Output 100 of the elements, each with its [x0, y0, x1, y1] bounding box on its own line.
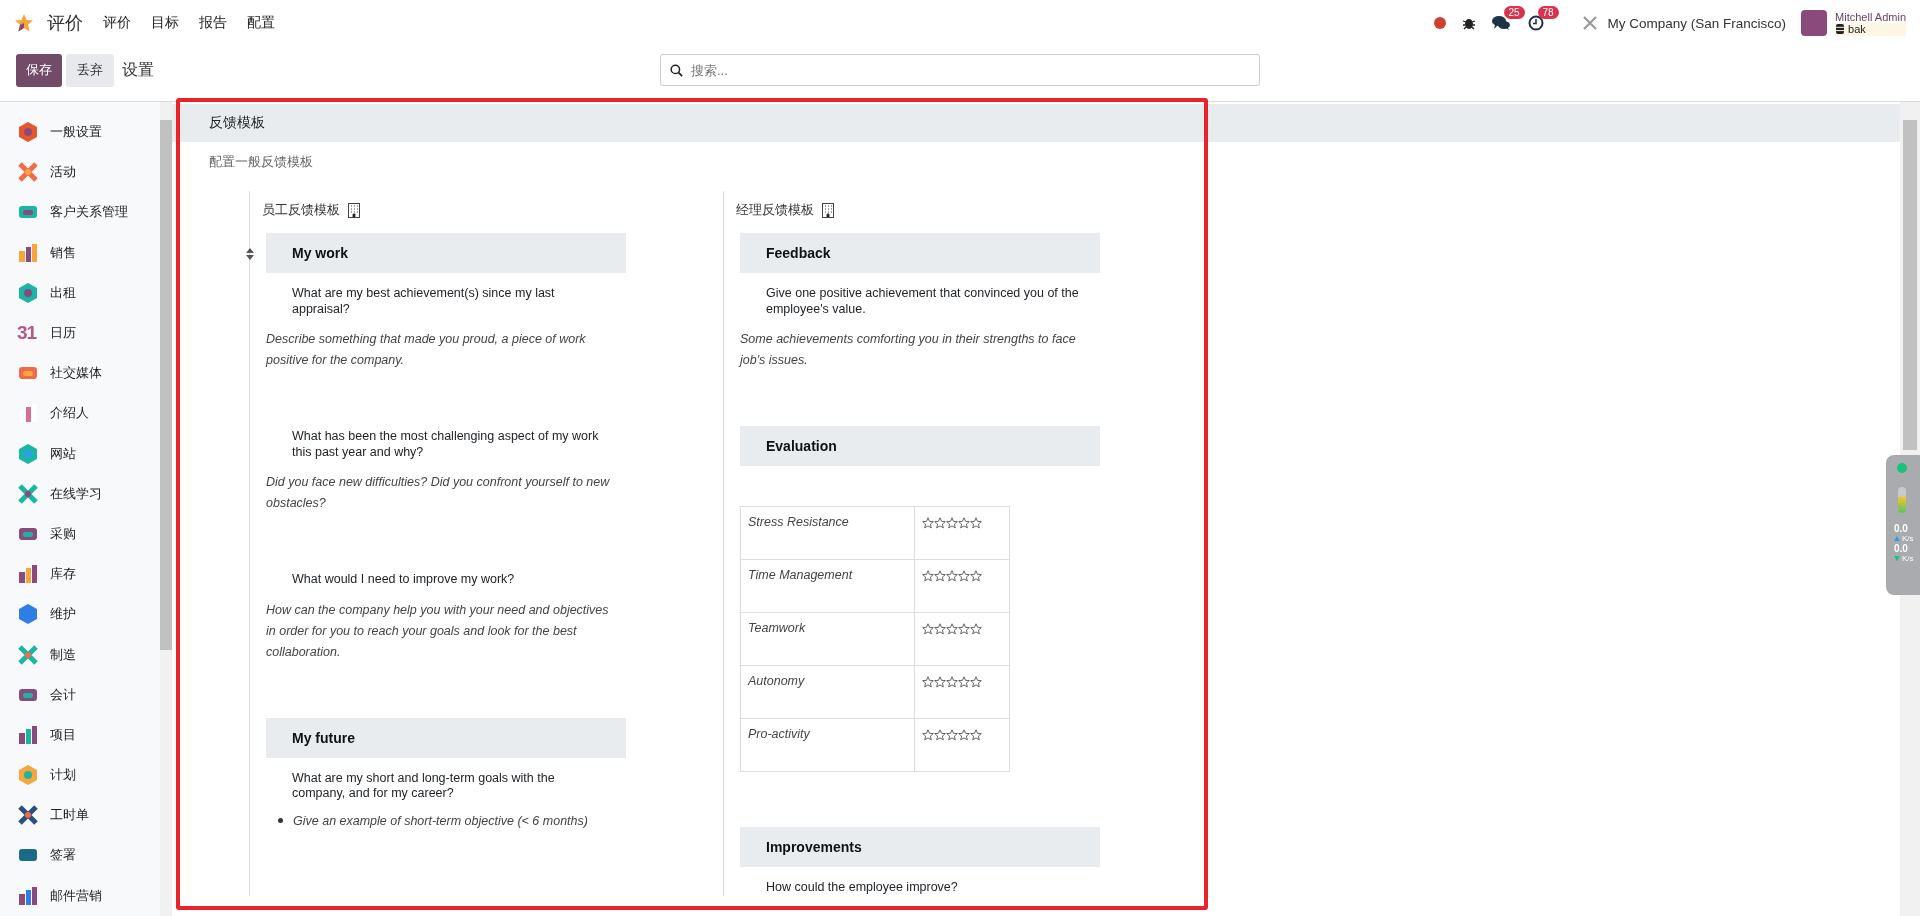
count-badge: 78	[1537, 6, 1559, 19]
bar-chart-icon	[17, 241, 39, 264]
star-icon[interactable]	[946, 729, 958, 741]
chat-icon[interactable]	[1491, 15, 1510, 31]
star-icon[interactable]	[958, 623, 970, 635]
clock-icon[interactable]	[1527, 15, 1544, 31]
star-rating[interactable]	[922, 623, 982, 635]
sidebar-item[interactable]: 采购	[0, 513, 160, 555]
star-icon[interactable]	[934, 676, 946, 688]
company-name[interactable]: My Company (San Francisco)	[1607, 15, 1787, 31]
sidebar-item[interactable]: 社交媒体	[0, 353, 160, 394]
menu-item[interactable]: 配置	[247, 14, 275, 32]
star-icon[interactable]	[958, 517, 970, 529]
star-rating[interactable]	[922, 729, 982, 741]
record-dot-icon[interactable]	[1433, 17, 1446, 29]
section-header: 反馈模板	[172, 104, 1900, 142]
building-icon[interactable]	[822, 202, 834, 218]
list-item: Give an example of short-term objective (< 6 months)	[293, 813, 588, 828]
star-icon[interactable]	[946, 517, 958, 529]
bug-icon[interactable]	[1461, 16, 1476, 30]
search-field[interactable]: 搜索...	[660, 54, 1260, 86]
sidebar-item[interactable]: 介绍人	[0, 393, 160, 434]
star-icon[interactable]	[922, 729, 934, 741]
star-rating[interactable]	[922, 570, 982, 582]
hint-text: Some achievements comforting you in their strengths to face job's issues.	[740, 331, 1077, 369]
menu-item[interactable]: 报告	[199, 14, 227, 32]
star-rating[interactable]	[922, 676, 982, 688]
save-button[interactable]: 保存	[16, 53, 62, 87]
sidebar-item[interactable]: 制造	[0, 634, 160, 675]
speed-unit: K/s	[1902, 534, 1914, 543]
star-icon[interactable]	[934, 623, 946, 635]
bullet-icon	[278, 818, 283, 823]
sidebar-item[interactable]: 签署	[0, 835, 160, 876]
sidebar-item[interactable]: 销售	[0, 232, 160, 273]
calendar-icon: 31	[17, 322, 39, 345]
menu-item[interactable]: 评价	[103, 14, 131, 32]
sidebar-item[interactable]: 出租	[0, 272, 160, 313]
sidebar-item[interactable]: 31 日历	[0, 312, 160, 354]
star-rating[interactable]	[922, 517, 982, 529]
hexagon-icon	[17, 121, 39, 144]
sidebar-item[interactable]: 维护	[0, 594, 160, 635]
star-logo-icon[interactable]	[14, 13, 34, 33]
sidebar-item[interactable]: 网站	[0, 433, 160, 474]
sidebar-item[interactable]: 项目	[0, 714, 160, 755]
star-icon[interactable]	[970, 623, 982, 635]
sidebar-item[interactable]: 在线学习	[0, 473, 160, 514]
building-icon[interactable]	[348, 202, 360, 218]
discard-button[interactable]: 丢弃	[66, 53, 114, 87]
star-icon[interactable]	[946, 623, 958, 635]
section-title: My future	[266, 717, 626, 758]
star-icon[interactable]	[934, 570, 946, 582]
database-name: bak	[1848, 22, 1866, 35]
status-dot-icon	[1897, 463, 1907, 473]
star-icon[interactable]	[970, 676, 982, 688]
star-icon[interactable]	[922, 517, 934, 529]
search-icon	[670, 64, 683, 77]
user-name[interactable]: Mitchell Admin	[1835, 10, 1906, 23]
star-icon[interactable]	[970, 517, 982, 529]
question-text: What has been the most challenging aspect of my work this past year and why?	[292, 429, 600, 460]
sidebar-item[interactable]: 活动	[0, 152, 160, 193]
hint-text: Did you face new difficulties? Did you confront yourself to new obstacles?	[266, 474, 611, 512]
avatar[interactable]	[1801, 10, 1828, 36]
section-title: My work	[266, 233, 626, 273]
sidebar-item[interactable]: 会计	[0, 674, 160, 715]
field-label: 员工反馈模板	[262, 201, 340, 219]
sidebar-item[interactable]: 计划	[0, 755, 160, 796]
up-arrow-icon	[1894, 536, 1900, 541]
section-title: Evaluation	[740, 426, 1100, 466]
scrollbar-thumb[interactable]	[160, 120, 172, 650]
star-icon[interactable]	[922, 623, 934, 635]
sidebar-item[interactable]: 邮件营销	[0, 875, 160, 916]
sidebar-item[interactable]: 工时单	[0, 795, 160, 836]
down-arrow-icon	[1894, 556, 1900, 561]
star-icon[interactable]	[934, 729, 946, 741]
speed-unit: K/s	[1902, 554, 1914, 563]
sidebar-item[interactable]: 库存	[0, 554, 160, 595]
sidebar-item[interactable]: 客户关系管理	[0, 192, 160, 233]
upload-speed: 0.0	[1894, 523, 1908, 534]
star-icon[interactable]	[958, 729, 970, 741]
drag-handle-icon[interactable]	[246, 248, 254, 260]
star-icon[interactable]	[946, 570, 958, 582]
section-title: Improvements	[740, 827, 1100, 867]
section-title: Feedback	[740, 233, 1100, 273]
star-icon[interactable]	[958, 570, 970, 582]
star-icon[interactable]	[958, 676, 970, 688]
star-icon[interactable]	[922, 676, 934, 688]
cross-icon	[17, 161, 39, 184]
star-icon[interactable]	[970, 729, 982, 741]
question-text: What are my best achievement(s) since my last appraisal?	[292, 286, 556, 317]
star-icon[interactable]	[934, 517, 946, 529]
menu-item[interactable]: 目标	[151, 14, 179, 32]
question-text: What would I need to improve my work?	[292, 572, 516, 588]
star-icon[interactable]	[946, 676, 958, 688]
star-icon[interactable]	[970, 570, 982, 582]
sidebar-item[interactable]: 一般设置	[0, 112, 160, 153]
scrollbar-thumb[interactable]	[1903, 120, 1917, 450]
criterion-cell: Stress Resistance	[740, 506, 915, 560]
star-icon[interactable]	[922, 570, 934, 582]
count-badge: 25	[1503, 6, 1525, 19]
app-title: 评价	[47, 12, 83, 35]
